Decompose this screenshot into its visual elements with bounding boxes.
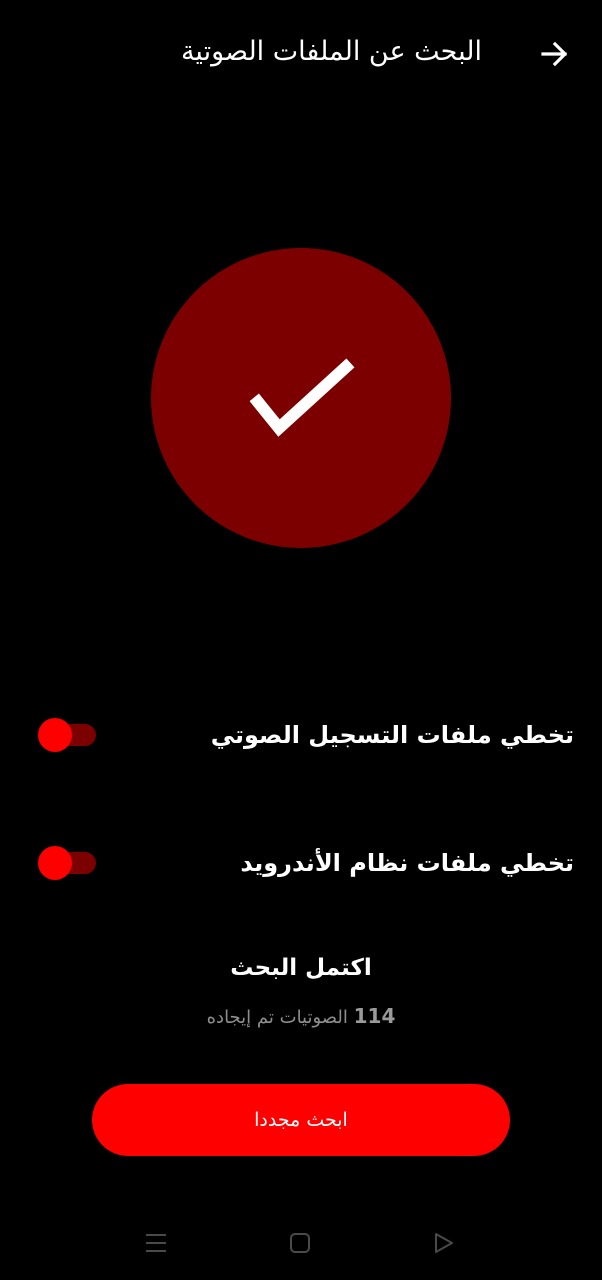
switch-thumb [38, 846, 72, 880]
skip-android-system-switch[interactable] [38, 846, 96, 880]
skip-voice-recordings-switch[interactable] [38, 718, 96, 752]
page-title: البحث عن الملفات الصوتية [180, 36, 482, 67]
home-button[interactable] [272, 1215, 328, 1271]
search-status-title: اكتمل البحث [230, 955, 372, 981]
found-count-text: الصوتيات تم إيجاده [206, 1007, 348, 1028]
system-navigation-bar [0, 1215, 602, 1271]
home-square-icon [290, 1233, 310, 1253]
found-files-count: 114 الصوتيات تم إيجاده [0, 1000, 602, 1034]
back-triangle-icon [435, 1233, 453, 1253]
arrow-right-icon [541, 41, 568, 67]
checkmark-icon [249, 358, 355, 437]
menu-icon [146, 1234, 166, 1252]
skip-voice-recordings-label: تخطي ملفات التسجيل الصوتي [210, 721, 574, 749]
skip-android-system-label: تخطي ملفات نظام الأندرويد [240, 849, 574, 877]
switch-thumb [38, 718, 72, 752]
recents-button[interactable] [128, 1215, 184, 1271]
back-button[interactable] [533, 32, 577, 76]
skip-android-system-option: تخطي ملفات نظام الأندرويد [0, 838, 602, 888]
skip-voice-recordings-option: تخطي ملفات التسجيل الصوتي [0, 710, 602, 760]
found-count-number: 114 [353, 1004, 396, 1028]
search-complete-indicator [151, 248, 451, 548]
search-again-button[interactable]: ابحث مجددا [92, 1084, 510, 1156]
system-back-button[interactable] [416, 1215, 472, 1271]
